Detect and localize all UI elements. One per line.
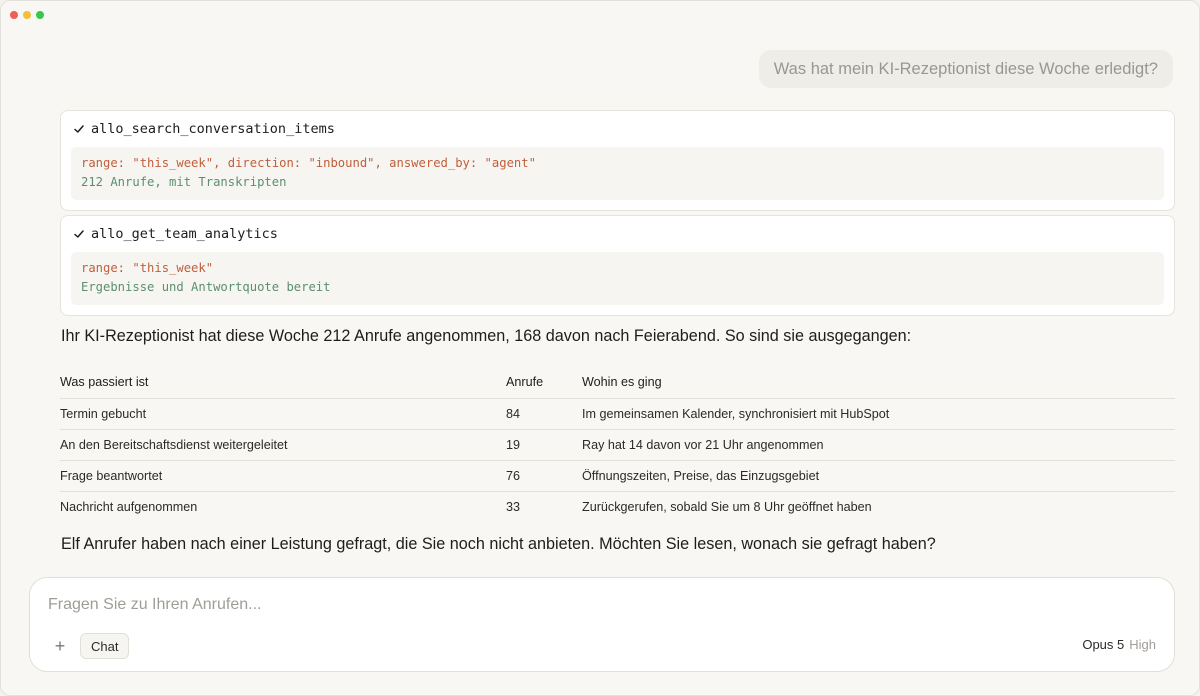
tool-call-result: Ergebnisse und Antwortquote bereit [81,280,331,294]
plus-icon[interactable]: + [50,636,70,656]
tool-call-header[interactable]: allo_search_conversation_items [61,111,1174,147]
table-cell: Im gemeinsamen Kalender, synchronisiert … [582,398,1175,430]
mode-chat-button[interactable]: Chat [80,633,130,659]
tool-call-name: allo_get_team_analytics [91,226,278,242]
tool-call-args: range: "this_week" [81,261,214,275]
table-cell: Termin gebucht [60,398,506,430]
table-cell: 33 [506,499,521,514]
minimize-window-button[interactable] [23,11,31,19]
tool-call-args: range: "this_week", direction: "inbound"… [81,156,536,170]
tool-call-name: allo_search_conversation_items [91,121,335,137]
table-row: Nachricht aufgenommen 33 Zurückgerufen, … [60,491,1175,522]
check-icon [74,230,84,238]
tool-call-card[interactable]: allo_search_conversation_items range: "t… [60,110,1175,211]
tool-call-result: 212 Anrufe, mit Transkripten [81,175,287,189]
table-cell: 84 [506,398,582,430]
results-table: Was passiert ist Anrufe Wohin es ging Te… [60,367,1175,522]
user-message: Was hat mein KI-Rezeptionist diese Woche… [758,50,1173,88]
assistant-outro-text: Elf Anrufer haben nach einer Leistung ge… [61,535,936,553]
close-window-button[interactable] [10,11,18,19]
table-cell: An den Bereitschaftsdienst weitergeleite… [60,429,506,461]
window-controls [10,11,44,19]
tool-call-card[interactable]: allo_get_team_analytics range: "this_wee… [60,215,1175,316]
table-row: An den Bereitschaftsdienst weitergeleite… [60,429,1175,461]
app-window: Was hat mein KI-Rezeptionist diese Woche… [0,0,1200,696]
table-cell: Zurückgerufen, sobald Sie um 8 Uhr geöff… [582,499,872,514]
maximize-window-button[interactable] [36,11,44,19]
column-header: Wohin es ging [582,367,1175,399]
table-cell: Frage beantwortet [60,460,506,492]
table-header-row: Was passiert ist Anrufe Wohin es ging [60,367,1175,399]
assistant-intro-text: Ihr KI-Rezeptionist hat diese Woche 212 … [61,327,912,345]
table-row: Termin gebucht 84 Im gemeinsamen Kalende… [60,398,1175,430]
model-effort: High [1129,637,1156,652]
table-cell: Nachricht aufgenommen [60,499,198,514]
column-header: Was passiert ist [60,367,506,399]
table-cell: 19 [506,429,582,461]
model-name: Opus 5 [1082,637,1125,652]
table-cell: Öffnungszeiten, Preise, das Einzugsgebie… [582,460,1175,492]
check-icon [74,125,84,133]
tool-call-details: range: "this_week" Ergebnisse und Antwor… [71,252,1164,305]
table-cell: 76 [506,460,582,492]
column-header: Anrufe [506,367,582,399]
model-selector[interactable]: Opus 5 High [1082,637,1156,652]
message-composer: + Chat Opus 5 High [29,577,1175,672]
tool-call-header[interactable]: allo_get_team_analytics [61,216,1174,252]
table-row: Frage beantwortet 76 Öffnungszeiten, Pre… [60,460,1175,492]
tool-call-details: range: "this_week", direction: "inbound"… [71,147,1164,200]
table-cell: Ray hat 14 davon vor 21 Uhr angenommen [582,429,1175,461]
message-input[interactable] [48,596,948,614]
